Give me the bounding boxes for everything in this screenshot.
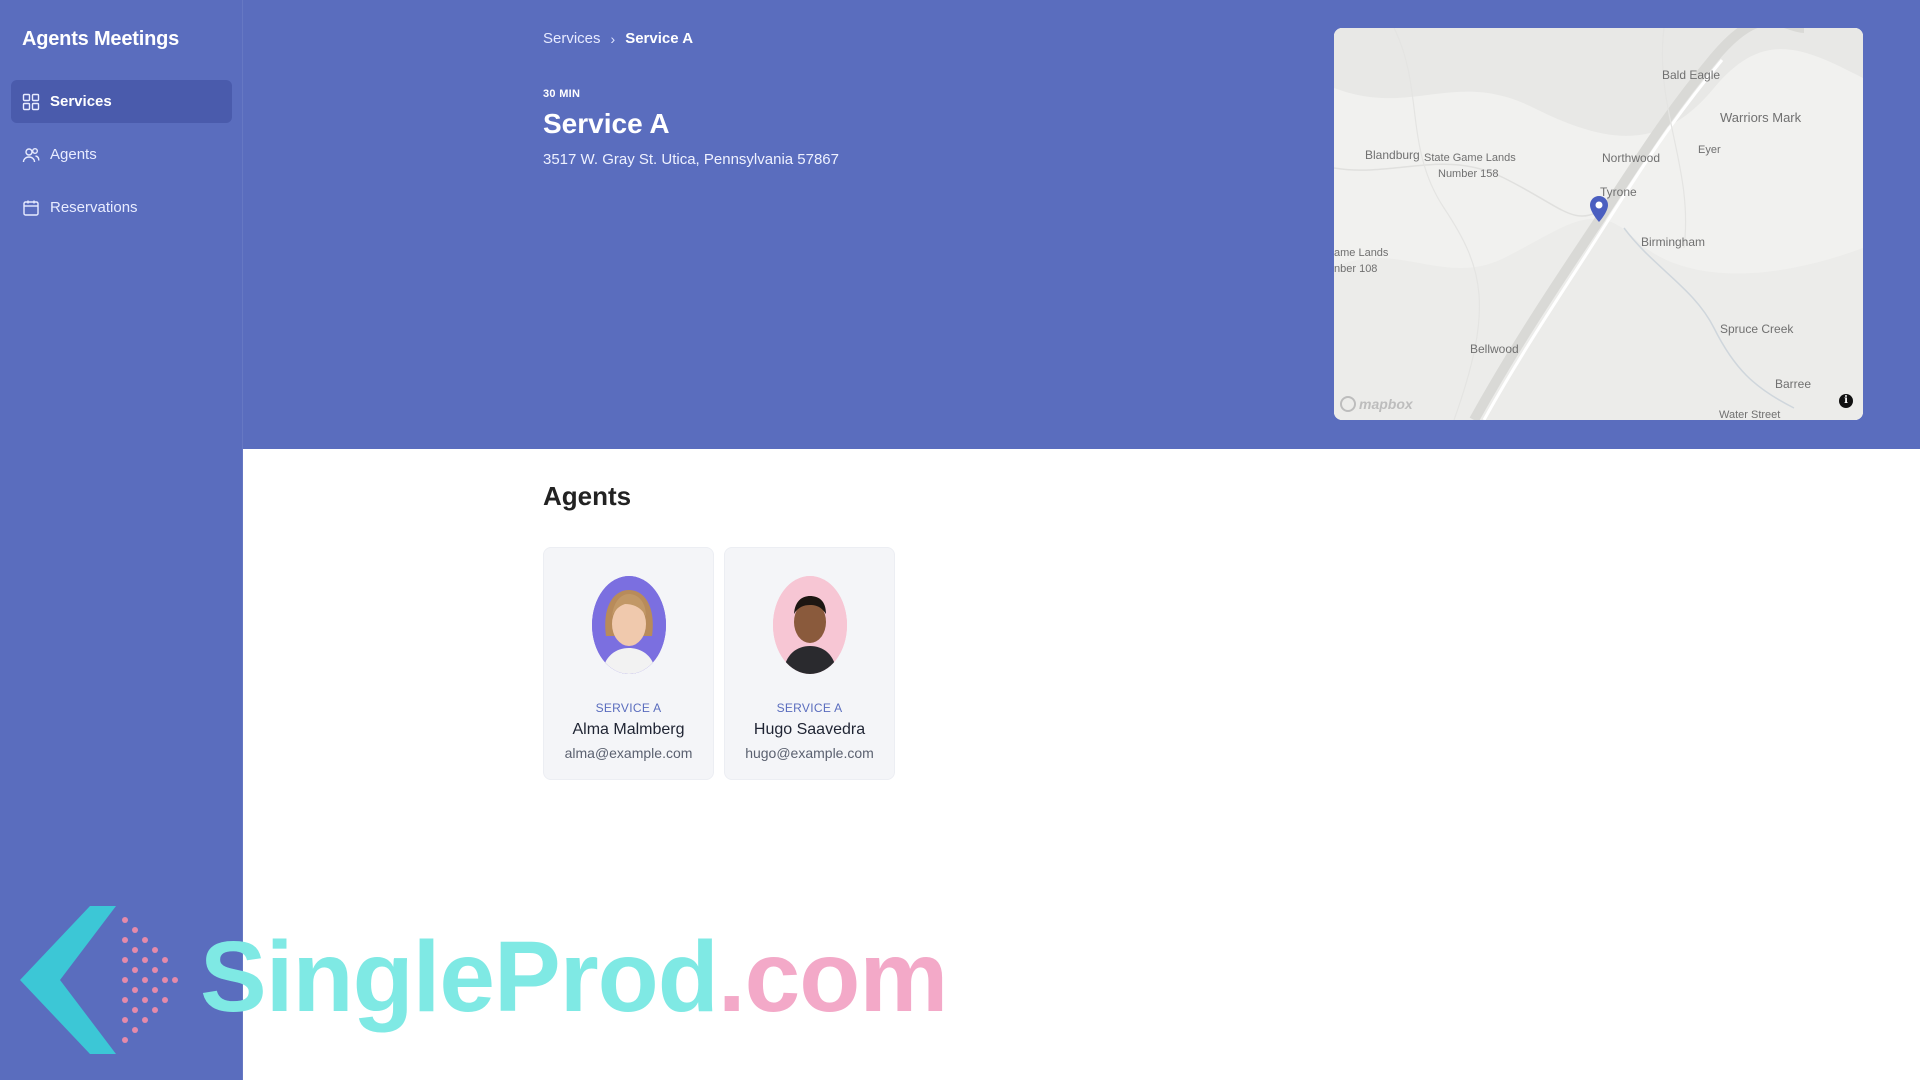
map-label: Number 158 xyxy=(1438,168,1499,180)
service-duration: 30 MIN xyxy=(543,88,581,100)
agent-email[interactable]: alma@example.com xyxy=(544,745,713,761)
service-header: Services › Service A 30 MIN Service A 35… xyxy=(243,0,1920,449)
watermark: SingleProd.com xyxy=(20,900,948,1060)
service-address: 3517 W. Gray St. Utica, Pennsylvania 578… xyxy=(543,151,839,168)
sidebar-item-services[interactable]: Services xyxy=(11,80,232,123)
agent-service: SERVICE A xyxy=(776,701,843,715)
map-label: Eyer xyxy=(1698,144,1721,156)
map-label: Northwood xyxy=(1602,151,1661,165)
grid-icon xyxy=(22,93,40,111)
watermark-text-main: SingleProd xyxy=(200,921,719,1033)
agent-photo xyxy=(591,576,666,674)
avatar xyxy=(772,576,847,674)
app-title: Agents Meetings xyxy=(22,28,180,50)
map-label: Birmingham xyxy=(1641,235,1706,249)
sidebar-item-label: Services xyxy=(50,93,112,110)
agent-photo xyxy=(772,576,847,674)
agents-section-title: Agents xyxy=(543,481,632,511)
map-label: Water Street xyxy=(1719,409,1781,420)
map-terrain xyxy=(1334,28,1863,420)
agent-name: Hugo Saavedra xyxy=(753,721,866,738)
map-label: Bald Eagle xyxy=(1662,68,1721,82)
map-label: Blandburg xyxy=(1365,148,1420,162)
map-label: Barree xyxy=(1775,377,1812,391)
calendar-icon xyxy=(22,199,40,217)
page-title: Service A xyxy=(543,108,670,139)
location-map[interactable]: Bald Eagle Warriors Mark Blandburg State… xyxy=(1334,28,1863,420)
map-label: ame Lands xyxy=(1334,247,1389,259)
agent-service: SERVICE A xyxy=(595,701,662,715)
breadcrumb: Services › Service A xyxy=(543,30,693,47)
mapbox-logo[interactable]: mapbox xyxy=(1340,396,1413,412)
agent-email[interactable]: hugo@example.com xyxy=(725,745,894,761)
mapbox-logo-text: mapbox xyxy=(1359,396,1413,412)
breadcrumb-current: Service A xyxy=(625,30,694,47)
map-label: State Game Lands xyxy=(1424,152,1516,164)
mapbox-logo-icon xyxy=(1340,396,1356,412)
agent-name: Alma Malmberg xyxy=(572,721,685,738)
map-label: nber 108 xyxy=(1334,263,1378,275)
sidebar-item-label: Reservations xyxy=(50,199,138,216)
agent-card[interactable]: SERVICE A Hugo Saavedra hugo@example.com xyxy=(724,547,895,780)
sidebar-item-agents[interactable]: Agents xyxy=(11,133,232,176)
sidebar-nav: Services Agents Reservations xyxy=(11,80,232,239)
watermark-logo-icon xyxy=(20,906,178,1054)
agent-card[interactable]: SERVICE A Alma Malmberg alma@example.com xyxy=(543,547,714,780)
breadcrumb-chevron-icon: › xyxy=(610,30,616,47)
info-icon[interactable]: i xyxy=(1839,394,1853,408)
map-label: Bellwood xyxy=(1470,342,1519,356)
watermark-text: SingleProd.com xyxy=(200,920,948,1035)
watermark-text-domain: .com xyxy=(717,921,948,1033)
map-label: Warriors Mark xyxy=(1720,110,1802,125)
avatar xyxy=(591,576,666,674)
map-label: Spruce Creek xyxy=(1720,322,1794,336)
sidebar-item-label: Agents xyxy=(50,146,97,163)
users-icon xyxy=(22,146,40,164)
breadcrumb-services-link[interactable]: Services xyxy=(543,30,601,47)
agents-list: SERVICE A Alma Malmberg alma@example.com… xyxy=(543,547,895,780)
sidebar-item-reservations[interactable]: Reservations xyxy=(11,186,232,229)
location-pin-icon[interactable] xyxy=(1590,196,1608,222)
